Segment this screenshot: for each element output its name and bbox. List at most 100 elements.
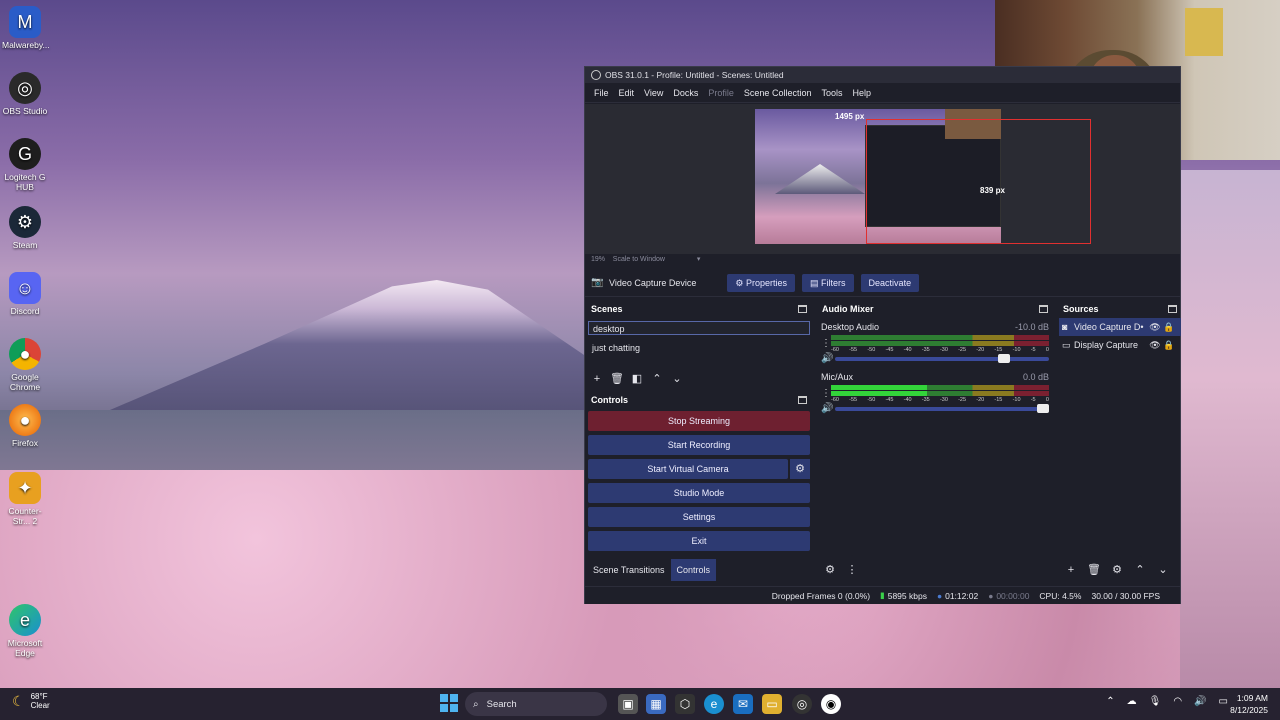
menu-help[interactable]: Help — [852, 88, 871, 98]
meter-tick: 0 — [1045, 397, 1049, 403]
scale-mode-select[interactable]: Scale to Window — [613, 256, 665, 263]
kebab-menu-icon[interactable]: ⋮ — [844, 562, 860, 578]
desktop-icon-obs[interactable]: ◎ OBS Studio — [2, 72, 48, 116]
move-up-icon[interactable]: ⌃ — [1132, 562, 1148, 578]
wifi-icon[interactable]: ◠ — [1173, 696, 1182, 707]
desktop-icon-steam[interactable]: ⚙ Steam — [2, 206, 48, 250]
studio-mode-button[interactable]: Studio Mode — [588, 483, 810, 503]
move-down-icon[interactable]: ⌄ — [1155, 562, 1171, 578]
chevron-down-icon[interactable]: ▾ — [697, 256, 701, 263]
properties-button[interactable]: ⚙ Properties — [727, 273, 796, 292]
speaker-icon[interactable]: 🔊 — [821, 353, 833, 364]
widgets-icon[interactable]: ▦ — [646, 694, 666, 714]
cs2-icon: ✦ — [9, 472, 41, 504]
slider-knob[interactable] — [998, 353, 1011, 363]
menu-docks[interactable]: Docks — [673, 88, 698, 98]
eye-icon[interactable]: 👁 — [1148, 340, 1162, 351]
clock[interactable]: 1:09 AM 8/12/2025 — [1230, 692, 1268, 716]
start-recording-button[interactable]: Start Recording — [588, 435, 810, 455]
stop-streaming-button[interactable]: Stop Streaming — [588, 411, 810, 431]
volume-slider[interactable] — [835, 353, 1049, 363]
settings-button[interactable]: Settings — [588, 507, 810, 527]
windows-start-icon[interactable] — [440, 694, 458, 712]
filter-icon[interactable]: ◧ — [629, 371, 645, 387]
source-item-video-capture[interactable]: ◙ Video Capture D• 👁 🔒 — [1059, 318, 1181, 336]
menu-file[interactable]: File — [594, 88, 609, 98]
system-tray: ⌃ ☁ 🎙 ◠ 🔊 ▭ — [1106, 696, 1228, 707]
start-virtual-camera-button[interactable]: Start Virtual Camera — [588, 459, 788, 479]
microphone-icon[interactable]: 🎙 — [1149, 696, 1162, 707]
advanced-audio-icon[interactable]: ⚙ — [822, 562, 838, 578]
undock-icon[interactable] — [1168, 305, 1177, 313]
desktop-icon-malwarebytes[interactable]: M Malwareby... — [2, 6, 50, 50]
gear-icon[interactable]: ⚙ — [790, 459, 810, 479]
outlook-icon[interactable]: ✉ — [733, 694, 753, 714]
exit-button[interactable]: Exit — [588, 531, 810, 551]
taskbar-search[interactable]: ⌕ Search — [465, 692, 607, 716]
desktop-icon-firefox[interactable]: ● Firefox — [2, 404, 48, 448]
weather-widget[interactable]: ☾ 68°F Clear — [12, 692, 50, 710]
task-view-icon[interactable]: ▣ — [618, 694, 638, 714]
scene-item-just-chatting[interactable]: just chatting — [588, 341, 810, 355]
meter-tick: -60 — [831, 397, 839, 403]
add-icon[interactable]: + — [589, 371, 605, 387]
search-icon: ⌕ — [473, 698, 479, 710]
deactivate-button[interactable]: Deactivate — [860, 273, 920, 292]
preview-area[interactable]: 1495 px 839 px — [585, 104, 1180, 254]
trash-icon[interactable]: 🗑 — [1086, 562, 1102, 578]
lock-icon[interactable]: 🔒 — [1162, 340, 1176, 351]
menu-view[interactable]: View — [644, 88, 663, 98]
tab-scene-transitions[interactable]: Scene Transitions — [587, 559, 671, 581]
menu-tools[interactable]: Tools — [821, 88, 842, 98]
eye-icon[interactable]: 👁 — [1148, 322, 1162, 333]
channel-name: Desktop Audio — [821, 322, 880, 332]
desktop-icon-discord[interactable]: ☺ Discord — [2, 272, 48, 316]
volume-meter: -60 -55 -50 -45 -40 -35 -30 -25 -20 -15 -10 -5 0 — [831, 384, 1049, 403]
app-icon[interactable]: ⬡ — [675, 694, 695, 714]
desktop-icon-chrome[interactable]: ● Google Chrome — [2, 338, 48, 392]
obs-icon: ◎ — [9, 72, 41, 104]
filters-button[interactable]: ▤ Filters — [802, 273, 854, 292]
desktop-icon-edge[interactable]: e Microsoft Edge — [2, 604, 48, 658]
chevron-up-icon[interactable]: ⌃ — [1106, 696, 1114, 707]
scene-item-desktop[interactable]: desktop — [588, 321, 810, 335]
app-icon[interactable]: ◉ — [821, 694, 841, 714]
speaker-icon[interactable]: 🔊 — [821, 403, 833, 414]
volume-icon[interactable]: 🔊 — [1194, 696, 1206, 707]
desktop-icon-logitech[interactable]: G Logitech G HUB — [2, 138, 48, 192]
trash-icon[interactable]: 🗑 — [609, 371, 625, 387]
desktop-icon-cs2[interactable]: ✦ Counter-Str... 2 — [2, 472, 48, 526]
source-item-display-capture[interactable]: ▭ Display Capture 👁 🔒 — [1059, 336, 1181, 354]
slider-knob[interactable] — [1037, 403, 1049, 413]
obs-taskbar-icon[interactable]: ◎ — [792, 694, 812, 714]
obs-window[interactable]: OBS 31.0.1 - Profile: Untitled - Scenes:… — [584, 66, 1181, 604]
obs-titlebar[interactable]: OBS 31.0.1 - Profile: Untitled - Scenes:… — [585, 67, 1180, 83]
kebab-menu-icon[interactable]: ⋮ — [821, 388, 831, 399]
meter-tick: -15 — [994, 397, 1003, 403]
edge-icon[interactable]: e — [704, 694, 724, 714]
selection-box[interactable] — [866, 119, 1091, 244]
battery-icon[interactable]: ▭ — [1219, 696, 1228, 707]
file-explorer-icon[interactable]: ▭ — [762, 694, 782, 714]
volume-slider[interactable] — [835, 403, 1049, 413]
desktop-icon-label: Counter-Str... 2 — [8, 506, 42, 526]
undock-icon[interactable] — [798, 396, 807, 404]
source-name: Video Capture D• — [1074, 322, 1144, 332]
undock-icon[interactable] — [798, 305, 807, 313]
desktop-icon-label: OBS Studio — [2, 106, 48, 116]
move-down-icon[interactable]: ⌄ — [669, 371, 685, 387]
lock-icon[interactable]: 🔒 — [1162, 322, 1176, 333]
kebab-menu-icon[interactable]: ⋮ — [821, 338, 831, 349]
tab-controls[interactable]: Controls — [670, 559, 717, 581]
desktop-icon-label: Google Chrome — [9, 372, 41, 392]
add-icon[interactable]: + — [1063, 562, 1079, 578]
menu-profile[interactable]: Profile — [708, 88, 734, 98]
cloud-icon[interactable]: ☁ — [1127, 696, 1137, 707]
menu-edit[interactable]: Edit — [619, 88, 635, 98]
move-up-icon[interactable]: ⌃ — [649, 371, 665, 387]
gear-icon[interactable]: ⚙ — [1109, 562, 1125, 578]
source-name: Display Capture — [1074, 340, 1139, 350]
menu-scene-collection[interactable]: Scene Collection — [744, 88, 812, 98]
undock-icon[interactable] — [1039, 305, 1048, 313]
malwarebytes-icon: M — [9, 6, 41, 38]
